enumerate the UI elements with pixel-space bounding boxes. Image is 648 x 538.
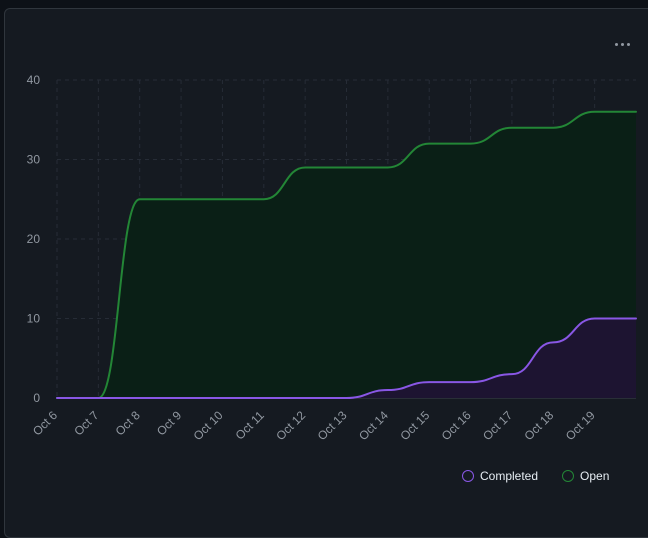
x-tick-label: Oct 16 [439,408,474,443]
kebab-horizontal-icon [614,42,630,46]
x-tick-label: Oct 8 [113,408,143,438]
x-tick-label: Oct 7 [71,408,101,438]
chart-legend: Completed Open [462,469,609,483]
y-tick-label: 40 [27,73,41,87]
y-tick-label: 10 [27,312,41,326]
x-tick-label: Oct 6 [30,408,60,438]
burnup-chart: 010203040Oct 6 Oct 7 Oct 8 Oct 9 Oct 10 Oct 1… [27,73,637,443]
x-tick-label: Oct 9 [154,408,184,438]
legend-item-completed[interactable]: Completed [462,469,538,483]
x-tick-label: Oct 19 [563,408,598,443]
x-tick-label: Oct 12 [273,408,308,443]
x-tick-label: Oct 15 [397,408,432,443]
x-tick-label: Oct 18 [522,408,557,443]
more-options-button[interactable] [606,30,638,58]
legend-label-completed: Completed [480,469,539,483]
x-tick-label: Oct 14 [356,408,391,443]
x-tick-label: Oct 10 [191,408,226,443]
y-tick-label: 0 [33,391,40,405]
x-tick-label: Oct 17 [480,408,515,443]
legend-swatch-completed [462,470,474,482]
legend-label-open: Open [580,469,610,483]
legend-swatch-open [562,470,575,482]
x-tick-label: Oct 11 [233,408,267,442]
y-tick-label: 20 [27,232,41,246]
y-tick-label: 30 [27,153,41,167]
legend-item-open[interactable]: Open [562,469,609,483]
x-tick-label: Oct 13 [315,408,350,443]
